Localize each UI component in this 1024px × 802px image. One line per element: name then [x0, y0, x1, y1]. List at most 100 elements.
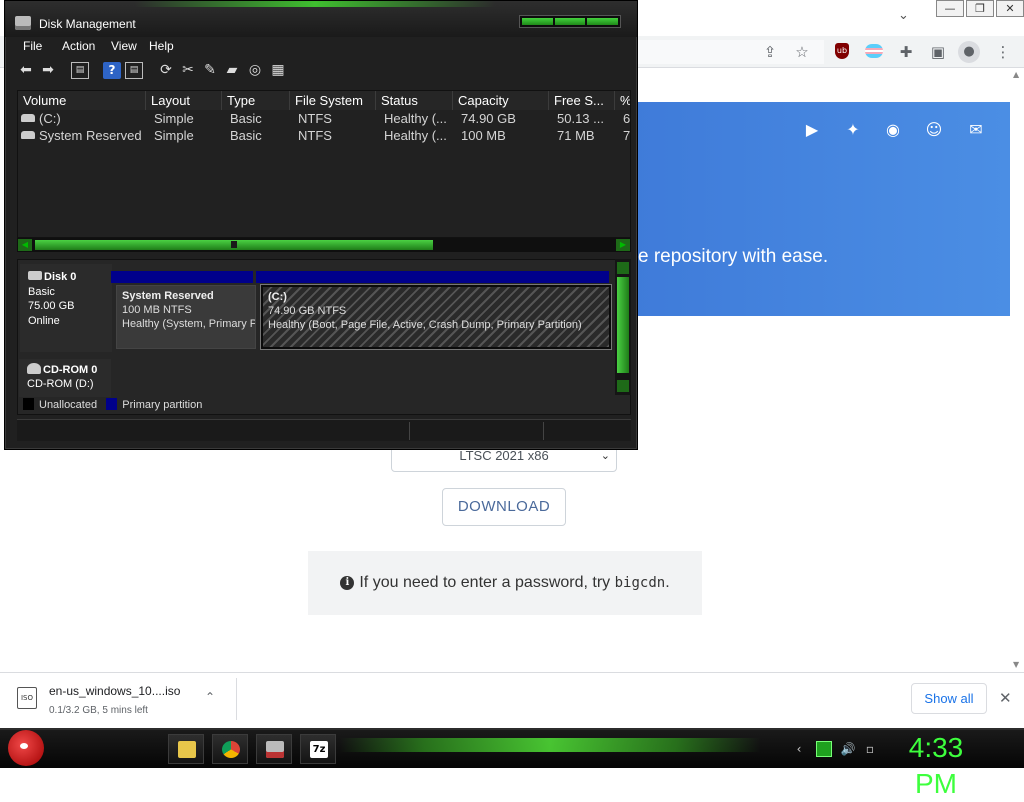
github-icon[interactable]: ◉ [882, 120, 904, 139]
taskbar-chrome[interactable] [212, 734, 248, 764]
page-scrollbar[interactable] [1010, 68, 1024, 672]
partition-system-reserved[interactable]: System Reserved 100 MB NTFS Healthy (Sys… [116, 285, 256, 349]
close-button[interactable] [587, 18, 619, 25]
horizontal-scrollbar[interactable]: ◀ ▶ [17, 238, 631, 252]
capacity-cell: 74.90 GB [461, 111, 516, 126]
scroll-down-icon[interactable]: ▼ [1013, 660, 1019, 669]
status-divider [409, 422, 410, 440]
partition-color-bar [111, 271, 253, 283]
scrollbar-thumb[interactable] [617, 277, 629, 373]
youtube-icon[interactable]: ▶ [801, 120, 823, 139]
close-icon[interactable]: ✕ [999, 689, 1012, 707]
volume-list: Volume Layout Type File System Status Ca… [17, 90, 631, 238]
table-row[interactable]: (C:) [21, 111, 145, 126]
column-type[interactable]: Type [222, 91, 290, 110]
back-arrow-icon[interactable]: ⬅ [17, 62, 35, 79]
extension-flag-icon[interactable] [865, 44, 883, 58]
chevron-up-icon[interactable]: ⌃ [205, 690, 215, 704]
column-percent-free[interactable]: % [615, 91, 630, 110]
side-panel-icon[interactable]: ▣ [928, 43, 948, 61]
version-select-value: LTSC 2021 x86 [459, 448, 549, 463]
partition-name: (C:) [268, 291, 287, 303]
network-icon[interactable] [816, 741, 832, 757]
disk-management-icon [266, 741, 284, 758]
column-layout[interactable]: Layout [146, 91, 222, 110]
partition-c-drive[interactable]: (C:) 74.90 GB NTFS Healthy (Boot, Page F… [260, 284, 612, 350]
free-space-cell: 71 MB [557, 128, 595, 143]
extensions-puzzle-icon[interactable]: ✚ [896, 43, 916, 61]
profile-avatar[interactable]: ● [958, 41, 980, 63]
show-hidden-icons-icon[interactable]: ‹ [791, 741, 807, 757]
ublock-extension-icon[interactable]: ub [835, 43, 849, 59]
browser-menu-icon[interactable]: ⋮ [993, 43, 1013, 61]
browser-window-controls: — ❐ ✕ [936, 0, 1024, 18]
properties-icon[interactable]: ▤ [125, 62, 143, 79]
download-status: 0.1/3.2 GB, 5 mins left [49, 705, 148, 716]
partition-status: Healthy (System, Primary P [122, 318, 256, 330]
folder-icon [178, 741, 196, 758]
free-space-cell: 50.13 ... [557, 111, 604, 126]
capacity-cell: 100 MB [461, 128, 506, 143]
bookmark-star-icon[interactable]: ☆ [792, 43, 812, 61]
status-bar [17, 419, 631, 441]
disk-0-info[interactable]: Disk 0 Basic 75.00 GB Online [20, 264, 112, 352]
chrome-icon [222, 741, 240, 758]
share-icon[interactable]: ⇪ [760, 43, 780, 61]
vertical-scrollbar[interactable] [615, 259, 631, 395]
taskbar-file-explorer[interactable] [168, 734, 204, 764]
column-volume[interactable]: Volume [18, 91, 146, 110]
menu-file[interactable]: File [23, 39, 42, 53]
close-button[interactable]: ✕ [996, 0, 1024, 17]
open-folder-icon[interactable]: ▰ [223, 62, 241, 79]
taskbar-clock[interactable]: 4:33 PM [884, 730, 988, 802]
hard-disk-icon [28, 271, 42, 280]
discord-icon[interactable]: ☺ [923, 120, 945, 139]
delete-icon[interactable]: ✂ [179, 62, 197, 79]
download-file-name[interactable]: en-us_windows_10....iso [49, 684, 180, 698]
restore-button[interactable]: ❐ [966, 0, 994, 17]
show-all-button[interactable]: Show all [911, 683, 987, 714]
help-icon[interactable]: ? [103, 62, 121, 79]
disk-management-app-icon[interactable] [15, 16, 31, 30]
notification-icon[interactable]: ▫ [862, 741, 878, 757]
disk-management-window: Disk Management File Action View Help ⬅ … [4, 0, 638, 450]
password-notice: i If you need to enter a password, try b… [308, 551, 702, 615]
tab-search-chevron-icon[interactable]: ⌄ [898, 8, 909, 23]
check-icon[interactable]: ✎ [201, 62, 219, 79]
maximize-button[interactable] [554, 18, 586, 25]
column-status[interactable]: Status [376, 91, 453, 110]
twitter-icon[interactable]: ✦ [842, 120, 864, 139]
column-capacity[interactable]: Capacity [453, 91, 549, 110]
taskbar-disk-management[interactable] [256, 734, 292, 764]
volume-icon[interactable]: 🔊 [840, 741, 856, 757]
drive-icon [21, 131, 35, 139]
scroll-up-icon[interactable] [617, 262, 629, 274]
partition-name: System Reserved [122, 290, 214, 302]
cdrom-icon [27, 363, 41, 374]
scroll-down-icon[interactable] [617, 380, 629, 392]
menu-action[interactable]: Action [62, 39, 95, 53]
minimize-button[interactable] [522, 18, 553, 25]
forward-arrow-icon[interactable]: ➡ [39, 62, 57, 79]
search-icon[interactable]: ◎ [246, 62, 264, 79]
mail-icon[interactable]: ✉ [965, 120, 987, 139]
menu-view[interactable]: View [111, 39, 137, 53]
connect-icon[interactable]: ⟳ [157, 62, 175, 79]
download-button[interactable]: DOWNLOAD [442, 488, 566, 526]
cdrom-0-info[interactable]: CD-ROM 0 CD-ROM (D:) [19, 359, 111, 397]
window-caption-buttons [519, 15, 621, 28]
scroll-up-icon[interactable]: ▲ [1013, 70, 1019, 79]
partition-size: 100 MB NTFS [122, 304, 192, 316]
minimize-button[interactable]: — [936, 0, 964, 17]
show-hide-tree-icon[interactable]: ▤ [71, 62, 89, 79]
scroll-right-icon[interactable]: ▶ [616, 239, 630, 251]
notice-code: bigcdn [614, 575, 666, 591]
column-file-system[interactable]: File System [290, 91, 376, 110]
settings-icon[interactable]: ▦ [269, 62, 287, 79]
table-row[interactable]: System Reserved [21, 128, 145, 143]
menu-help[interactable]: Help [149, 39, 174, 53]
scroll-left-icon[interactable]: ◀ [18, 239, 32, 251]
column-free-space[interactable]: Free S... [549, 91, 615, 110]
taskbar-7zip[interactable]: 7z [300, 734, 336, 764]
window-title: Disk Management [39, 17, 136, 31]
